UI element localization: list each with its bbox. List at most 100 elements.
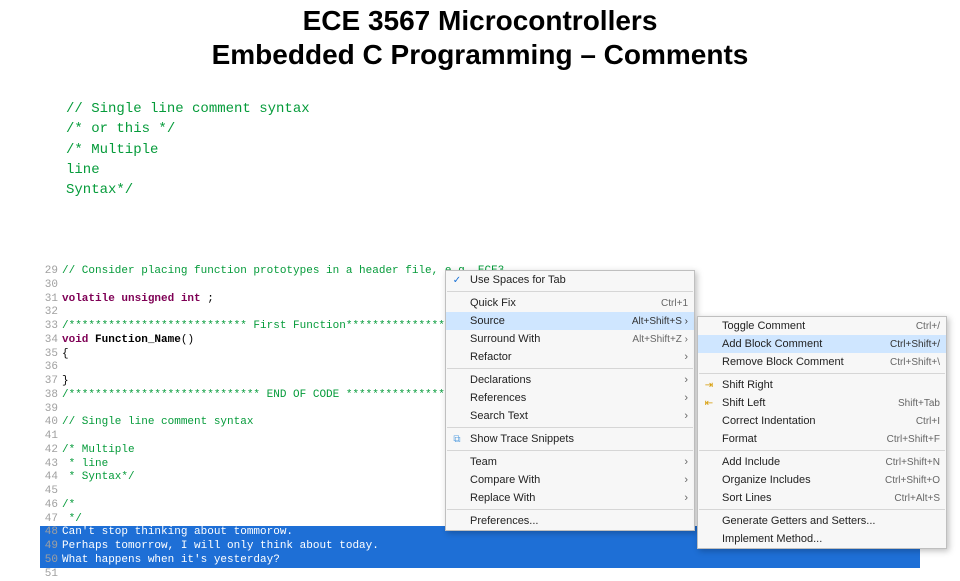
line-number: 48 bbox=[40, 526, 62, 540]
shift-right-icon: ⇥ bbox=[702, 380, 716, 391]
menu-item-label: Shift Right bbox=[722, 379, 940, 391]
code-text: // Consider placing function prototypes … bbox=[62, 265, 504, 279]
example-code-block: // Single line comment syntax /* or this… bbox=[66, 99, 960, 200]
source-submenu-item[interactable]: Add IncludeCtrl+Shift+N bbox=[698, 453, 946, 471]
context-menu-item[interactable]: ⧉Show Trace Snippets bbox=[446, 430, 694, 448]
code-text: Can't stop thinking about tommorow. bbox=[62, 526, 293, 540]
menu-item-label: Toggle Comment bbox=[722, 320, 906, 332]
line-number: 33 bbox=[40, 320, 62, 334]
source-submenu-item[interactable]: Generate Getters and Setters... bbox=[698, 512, 946, 530]
menu-item-label: Shift Left bbox=[722, 397, 888, 409]
title-line-1: ECE 3567 Microcontrollers bbox=[0, 4, 960, 38]
code-text: // Single line comment syntax bbox=[62, 416, 253, 430]
menu-item-label: Generate Getters and Setters... bbox=[722, 515, 940, 527]
source-submenu-item[interactable]: ⇤Shift LeftShift+Tab bbox=[698, 394, 946, 412]
line-number: 37 bbox=[40, 375, 62, 389]
context-menu-item[interactable]: Declarations bbox=[446, 371, 694, 389]
code-text: What happens when it's yesterday? bbox=[62, 554, 280, 568]
line-number: 35 bbox=[40, 348, 62, 362]
menu-item-label: Organize Includes bbox=[722, 474, 875, 486]
source-submenu-item[interactable]: Add Block CommentCtrl+Shift+/ bbox=[698, 335, 946, 353]
context-menu-item[interactable]: SourceAlt+Shift+S › bbox=[446, 312, 694, 330]
menu-item-accelerator: Ctrl+Shift+N bbox=[876, 457, 940, 468]
source-submenu-item[interactable]: Sort LinesCtrl+Alt+S bbox=[698, 489, 946, 507]
context-menu-item[interactable]: Refactor bbox=[446, 348, 694, 366]
context-menu-item[interactable]: Preferences... bbox=[446, 512, 694, 530]
menu-item-accelerator: Ctrl+Alt+S bbox=[884, 493, 940, 504]
menu-item-label: Compare With bbox=[470, 474, 676, 486]
context-menu-item[interactable]: Search Text bbox=[446, 407, 694, 425]
line-number: 34 bbox=[40, 334, 62, 348]
line-number: 46 bbox=[40, 499, 62, 513]
menu-item-label: Declarations bbox=[470, 374, 676, 386]
check-icon: ✓ bbox=[450, 275, 464, 286]
line-number: 36 bbox=[40, 361, 62, 375]
code-text: /* bbox=[62, 499, 75, 513]
source-submenu-item[interactable]: Correct IndentationCtrl+I bbox=[698, 412, 946, 430]
context-menu: ✓ Use Spaces for Tab Quick FixCtrl+1Source… bbox=[445, 270, 695, 531]
context-menu-item[interactable]: Compare With bbox=[446, 471, 694, 489]
context-menu-item[interactable]: Surround WithAlt+Shift+Z › bbox=[446, 330, 694, 348]
source-submenu-item[interactable]: Toggle CommentCtrl+/ bbox=[698, 317, 946, 335]
line-number: 31 bbox=[40, 293, 62, 307]
code-text: Perhaps tomorrow, I will only think abou… bbox=[62, 540, 379, 554]
menu-separator bbox=[447, 509, 693, 510]
menu-item-label: Add Block Comment bbox=[722, 338, 880, 350]
source-submenu-item[interactable]: FormatCtrl+Shift+F bbox=[698, 430, 946, 448]
context-menu-item[interactable]: ✓ Use Spaces for Tab bbox=[446, 271, 694, 289]
line-number: 38 bbox=[40, 389, 62, 403]
menu-item-label: Sort Lines bbox=[722, 492, 884, 504]
code-line: // Single line comment syntax bbox=[66, 99, 960, 119]
menu-separator bbox=[699, 450, 945, 451]
line-number: 39 bbox=[40, 403, 62, 417]
code-line[interactable]: 51 bbox=[40, 568, 920, 581]
menu-item-label: Correct Indentation bbox=[722, 415, 906, 427]
menu-item-accelerator: Ctrl+Shift+\ bbox=[880, 357, 940, 368]
menu-item-label: Search Text bbox=[470, 410, 676, 422]
code-text: * Syntax*/ bbox=[62, 471, 135, 485]
source-submenu-item[interactable]: ⇥ Shift Right bbox=[698, 376, 946, 394]
menu-item-label: Replace With bbox=[470, 492, 676, 504]
menu-item-label: Team bbox=[470, 456, 676, 468]
line-number: 49 bbox=[40, 540, 62, 554]
menu-item-accelerator: Ctrl+Shift+F bbox=[877, 434, 940, 445]
menu-item-label: Remove Block Comment bbox=[722, 356, 880, 368]
context-menu-item[interactable]: Replace With bbox=[446, 489, 694, 507]
menu-item-label: Refactor bbox=[470, 351, 676, 363]
code-text bbox=[62, 306, 69, 320]
code-text: * line bbox=[62, 458, 108, 472]
source-submenu: Toggle CommentCtrl+/Add Block CommentCtr… bbox=[697, 316, 947, 549]
line-number: 29 bbox=[40, 265, 62, 279]
menu-item-label: Preferences... bbox=[470, 515, 688, 527]
line-number: 47 bbox=[40, 513, 62, 527]
code-text: } bbox=[62, 375, 69, 389]
code-text: /* Multiple bbox=[62, 444, 135, 458]
menu-separator bbox=[447, 427, 693, 428]
line-number: 45 bbox=[40, 485, 62, 499]
line-number: 43 bbox=[40, 458, 62, 472]
menu-item-accelerator: Ctrl+Shift+/ bbox=[880, 339, 940, 350]
menu-item-label: Quick Fix bbox=[470, 297, 651, 309]
menu-item-label: Implement Method... bbox=[722, 533, 940, 545]
line-number: 30 bbox=[40, 279, 62, 293]
source-submenu-item[interactable]: Organize IncludesCtrl+Shift+O bbox=[698, 471, 946, 489]
menu-separator bbox=[447, 450, 693, 451]
code-text bbox=[62, 403, 69, 417]
context-menu-item[interactable]: References bbox=[446, 389, 694, 407]
menu-item-accelerator: Alt+Shift+Z › bbox=[622, 334, 688, 345]
source-submenu-item[interactable]: Implement Method... bbox=[698, 530, 946, 548]
source-submenu-item[interactable]: Remove Block CommentCtrl+Shift+\ bbox=[698, 353, 946, 371]
code-line: Syntax*/ bbox=[66, 180, 960, 200]
line-number: 42 bbox=[40, 444, 62, 458]
menu-item-label: Use Spaces for Tab bbox=[470, 274, 688, 286]
menu-item-accelerator: Shift+Tab bbox=[888, 398, 940, 409]
line-number: 44 bbox=[40, 471, 62, 485]
line-number: 32 bbox=[40, 306, 62, 320]
code-text: { bbox=[62, 348, 69, 362]
line-number: 40 bbox=[40, 416, 62, 430]
code-line[interactable]: 50What happens when it's yesterday? bbox=[40, 554, 920, 568]
code-line: line bbox=[66, 160, 960, 180]
context-menu-item[interactable]: Team bbox=[446, 453, 694, 471]
menu-item-label: Format bbox=[722, 433, 877, 445]
context-menu-item[interactable]: Quick FixCtrl+1 bbox=[446, 294, 694, 312]
